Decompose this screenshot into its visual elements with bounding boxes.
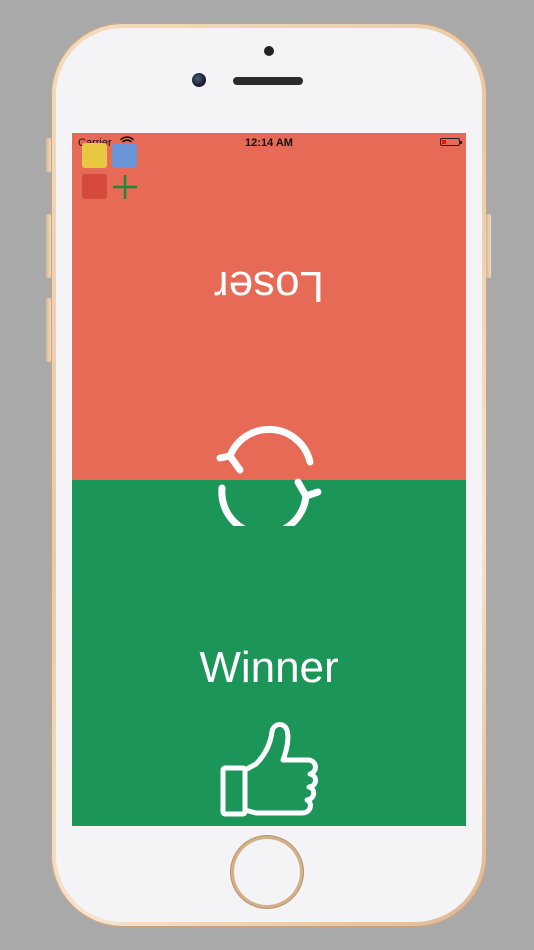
winner-label: Winner <box>199 643 339 692</box>
mute-switch <box>46 138 51 172</box>
red-swatch[interactable] <box>82 174 107 199</box>
blue-swatch[interactable] <box>112 143 137 168</box>
power-button <box>486 214 491 278</box>
volume-down-button <box>46 298 51 362</box>
thumbs-up-icon[interactable] <box>220 718 320 822</box>
yellow-swatch[interactable] <box>82 143 107 168</box>
volume-up-button <box>46 214 51 278</box>
front-camera <box>192 73 206 87</box>
app-screen: Loser Winner Carrier 12:14 AM <box>72 133 466 826</box>
proximity-sensor <box>264 46 274 56</box>
home-button[interactable] <box>234 839 300 905</box>
battery-icon <box>440 138 462 146</box>
battery-level <box>442 140 446 144</box>
plus-icon[interactable] <box>111 173 139 201</box>
earpiece-speaker <box>233 77 303 85</box>
swap-arrows-icon[interactable] <box>214 426 324 526</box>
loser-label: Loser <box>213 262 325 311</box>
